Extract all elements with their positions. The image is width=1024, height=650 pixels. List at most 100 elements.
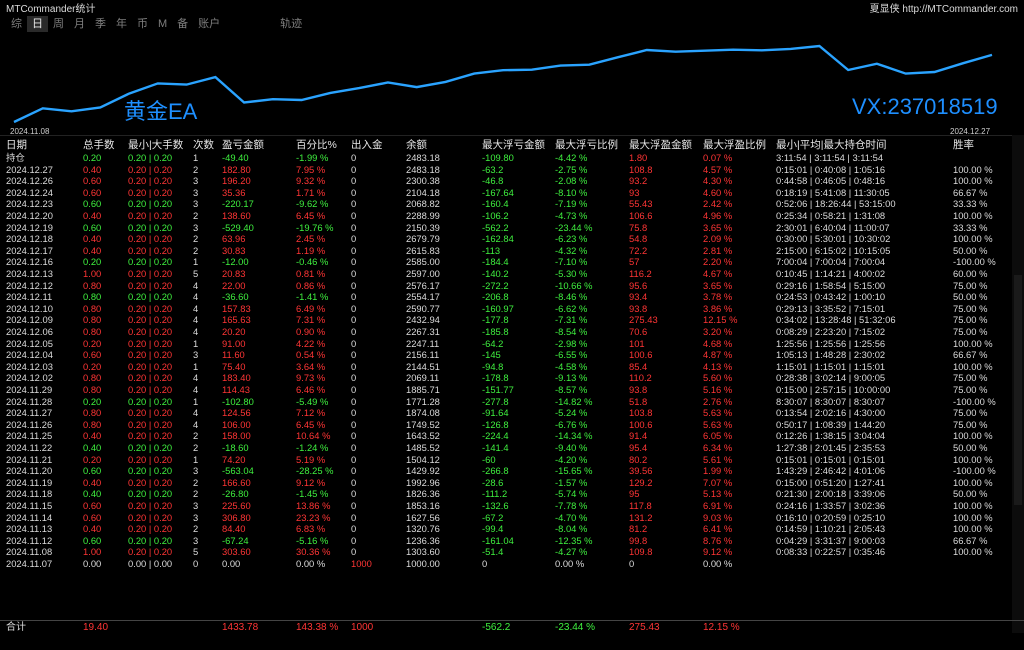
table-row[interactable]: 2024.11.12 0.60 0.20 | 0.20 3 -67.24 -5.16 % 0…	[0, 535, 1024, 547]
header-cell[interactable]: 百分比%	[296, 139, 337, 152]
table-row[interactable]: 2024.12.17 0.40 0.20 | 0.20 2 30.83 1.19 % 0 26…	[0, 245, 1024, 257]
table-row[interactable]: 2024.12.10 0.80 0.20 | 0.20 4 157.83 6.49 % 0 2…	[0, 303, 1024, 315]
table-cell: -26.80	[222, 488, 249, 500]
table-row[interactable]: 2024.11.20 0.60 0.20 | 0.20 3 -563.04 -28.25 …	[0, 465, 1024, 477]
table-cell: 0.54 %	[296, 349, 326, 361]
header-cell[interactable]: 余额	[406, 139, 427, 152]
table-row[interactable]: 2024.12.27 0.40 0.20 | 0.20 2 182.80 7.95 % 0 2…	[0, 164, 1024, 176]
title-bar: MTCommander统计 夏显侠 http://MTCommander.com	[0, 0, 1024, 15]
table-row[interactable]: 2024.12.23 0.60 0.20 | 0.20 3 -220.17 -9.62 %…	[0, 198, 1024, 210]
table-row[interactable]: 2024.12.11 0.80 0.20 | 0.20 4 -36.60 -1.41 % 0…	[0, 291, 1024, 303]
table-cell: 2024.12.19	[6, 221, 53, 233]
table-cell: 2024.11.27	[6, 407, 53, 419]
table-cell: 0	[351, 407, 357, 419]
table-cell: 5.16 %	[703, 384, 733, 395]
table-row[interactable]: 2024.11.19 0.40 0.20 | 0.20 2 166.60 9.12 % 0 1…	[0, 477, 1024, 489]
table-cell: 3.86 %	[703, 302, 733, 314]
brand-link[interactable]: 夏显侠 http://MTCommander.com	[870, 0, 1018, 15]
header-cell[interactable]: 总手数	[83, 139, 115, 152]
table-cell: 75.00 %	[953, 279, 988, 291]
table-cell: 91.4	[629, 430, 648, 442]
header-cell[interactable]: 最大浮盈比例	[703, 139, 766, 152]
table-cell: 0.20 | 0.20	[128, 418, 173, 430]
header-cell[interactable]: 最大浮亏金额	[482, 139, 545, 152]
table-row[interactable]: 2024.12.26 0.60 0.20 | 0.20 3 196.20 9.32 % 0 2…	[0, 175, 1024, 187]
table-cell: 0.80	[83, 407, 102, 419]
table-cell: 2024.12.12	[6, 279, 53, 291]
table-cell: 1236.36	[406, 534, 440, 546]
table-row[interactable]: 2024.12.12 0.80 0.20 | 0.20 4 22.00 0.86 % 0 25…	[0, 280, 1024, 292]
header-cell[interactable]: 出入金	[351, 139, 383, 152]
header-cell[interactable]: 最大浮亏比例	[555, 139, 618, 152]
table-row[interactable]: 持仓 0.20 0.20 | 0.20 1 -49.40 -1.99 % 0 2483.18 -…	[0, 152, 1024, 164]
table-cell: 0.40	[83, 233, 102, 245]
scroll-thumb[interactable]	[1014, 275, 1022, 505]
table-row[interactable]: 2024.12.02 0.80 0.20 | 0.20 4 183.40 9.73 % 0 2…	[0, 372, 1024, 384]
table-cell: -4.32 %	[555, 244, 588, 256]
table-row[interactable]: 2024.11.07 0.00 0.00 | 0.00 0 0.00 0.00 % 1000…	[0, 558, 1024, 570]
table-cell: 7.07 %	[703, 476, 733, 488]
table-row[interactable]: 2024.11.15 0.60 0.20 | 0.20 3 225.60 13.86 % 0…	[0, 500, 1024, 512]
table-cell: 0	[351, 523, 357, 535]
table-scrollbar[interactable]	[1012, 135, 1024, 633]
table-cell: 0.60	[83, 349, 102, 361]
table-cell: 0.80	[83, 279, 102, 291]
table-cell: 2300.38	[406, 175, 440, 187]
table-row[interactable]: 2024.11.08 1.00 0.20 | 0.20 5 303.60 30.36 % 0…	[0, 546, 1024, 558]
table-cell: 0.80	[83, 372, 102, 384]
table-cell: 5.61 %	[703, 453, 733, 465]
table-cell: 0.86 %	[296, 279, 326, 291]
table-row[interactable]: 2024.11.28 0.20 0.20 | 0.20 1 -102.80 -5.49 %…	[0, 396, 1024, 408]
table-cell: 0.20	[83, 395, 102, 407]
table-cell: 3:11:54 | 3:11:54 | 3:11:54	[776, 152, 884, 163]
table-row[interactable]: 2024.12.09 0.80 0.20 | 0.20 4 165.63 7.31 % 0 2…	[0, 314, 1024, 326]
header-cell[interactable]: 最大浮盈金额	[629, 139, 692, 152]
table-cell: 4.22 %	[296, 337, 326, 349]
table-row[interactable]: 2024.12.06 0.80 0.20 | 0.20 4 20.20 0.90 % 0 22…	[0, 326, 1024, 338]
table-row[interactable]: 2024.11.13 0.40 0.20 | 0.20 2 84.40 6.83 % 0 13…	[0, 523, 1024, 535]
header-cell[interactable]: 胜率	[953, 139, 974, 152]
table-row[interactable]: 2024.12.24 0.60 0.20 | 0.20 3 35.36 1.71 % 0 21…	[0, 187, 1024, 199]
table-row[interactable]: 2024.12.05 0.20 0.20 | 0.20 1 91.00 4.22 % 0 22…	[0, 338, 1024, 350]
table-cell: -91.64	[482, 407, 509, 419]
table-cell: 109.8	[629, 546, 653, 558]
table-cell: 0.60	[83, 221, 102, 233]
table-row[interactable]: 2024.11.14 0.60 0.20 | 0.20 3 306.80 23.23 % 0…	[0, 512, 1024, 524]
header-cell[interactable]: 日期	[6, 139, 27, 152]
table-row[interactable]: 2024.12.13 1.00 0.20 | 0.20 5 20.83 0.81 % 0 25…	[0, 268, 1024, 280]
table-row[interactable]: 2024.11.27 0.80 0.20 | 0.20 4 124.56 7.12 % 0 1…	[0, 407, 1024, 419]
table-cell: 0	[351, 534, 357, 546]
header-cell[interactable]: 最小|平均|最大持仓时间	[776, 139, 886, 152]
table-cell: 1749.52	[406, 418, 440, 430]
table-cell: 4.57 %	[703, 163, 733, 175]
table-row[interactable]: 2024.11.18 0.40 0.20 | 0.20 2 -26.80 -1.45 % 0…	[0, 488, 1024, 500]
table-row[interactable]: 2024.11.29 0.80 0.20 | 0.20 4 114.43 6.46 % 0 1…	[0, 384, 1024, 396]
table-row[interactable]: 2024.12.04 0.60 0.20 | 0.20 3 11.60 0.54 % 0 21…	[0, 349, 1024, 361]
table-row[interactable]: 2024.12.20 0.40 0.20 | 0.20 2 138.60 6.45 % 0 2…	[0, 210, 1024, 222]
table-row[interactable]: 2024.11.26 0.80 0.20 | 0.20 4 106.00 6.45 % 0 1…	[0, 419, 1024, 431]
table-cell: 0	[351, 465, 357, 477]
table-cell: 1.80	[629, 152, 648, 163]
header-cell[interactable]: 次数	[193, 139, 214, 152]
table-cell: 0:24:53 | 0:43:42 | 1:00:10	[776, 291, 886, 303]
header-cell[interactable]: 最小|大手数	[128, 139, 183, 152]
table-row[interactable]: 2024.12.03 0.20 0.20 | 0.20 1 75.40 3.64 % 0 21…	[0, 361, 1024, 373]
table-row[interactable]: 2024.12.19 0.60 0.20 | 0.20 3 -529.40 -19.76 …	[0, 222, 1024, 234]
table-cell: 0:16:10 | 0:20:59 | 0:25:10	[776, 511, 886, 523]
vx-label: VX:237018519	[852, 94, 998, 119]
table-row[interactable]: 2024.11.21 0.20 0.20 | 0.20 1 74.20 5.19 % 0 15…	[0, 454, 1024, 466]
table-cell: 4	[193, 326, 199, 337]
table-row[interactable]: 2024.11.25 0.40 0.20 | 0.20 2 158.00 10.64 % 0…	[0, 430, 1024, 442]
header-cell[interactable]: 盈亏金额	[222, 139, 264, 152]
table-cell: 9.32 %	[296, 175, 326, 187]
table-row[interactable]: 2024.12.18 0.40 0.20 | 0.20 2 63.96 2.45 % 0 26…	[0, 233, 1024, 245]
table-cell: -7.31 %	[555, 314, 588, 326]
table-cell: 57	[629, 256, 640, 268]
table-cell: -15.65 %	[555, 465, 593, 477]
table-row[interactable]: 2024.12.16 0.20 0.20 | 0.20 1 -12.00 -0.46 % 0…	[0, 256, 1024, 268]
table-cell: 54.8	[629, 233, 648, 245]
total-deposit: 1000	[351, 622, 374, 633]
table-row[interactable]: 2024.11.22 0.40 0.20 | 0.20 2 -18.60 -1.24 % 0…	[0, 442, 1024, 454]
table-cell: 2288.99	[406, 210, 440, 221]
table-cell: -64.2	[482, 337, 504, 349]
